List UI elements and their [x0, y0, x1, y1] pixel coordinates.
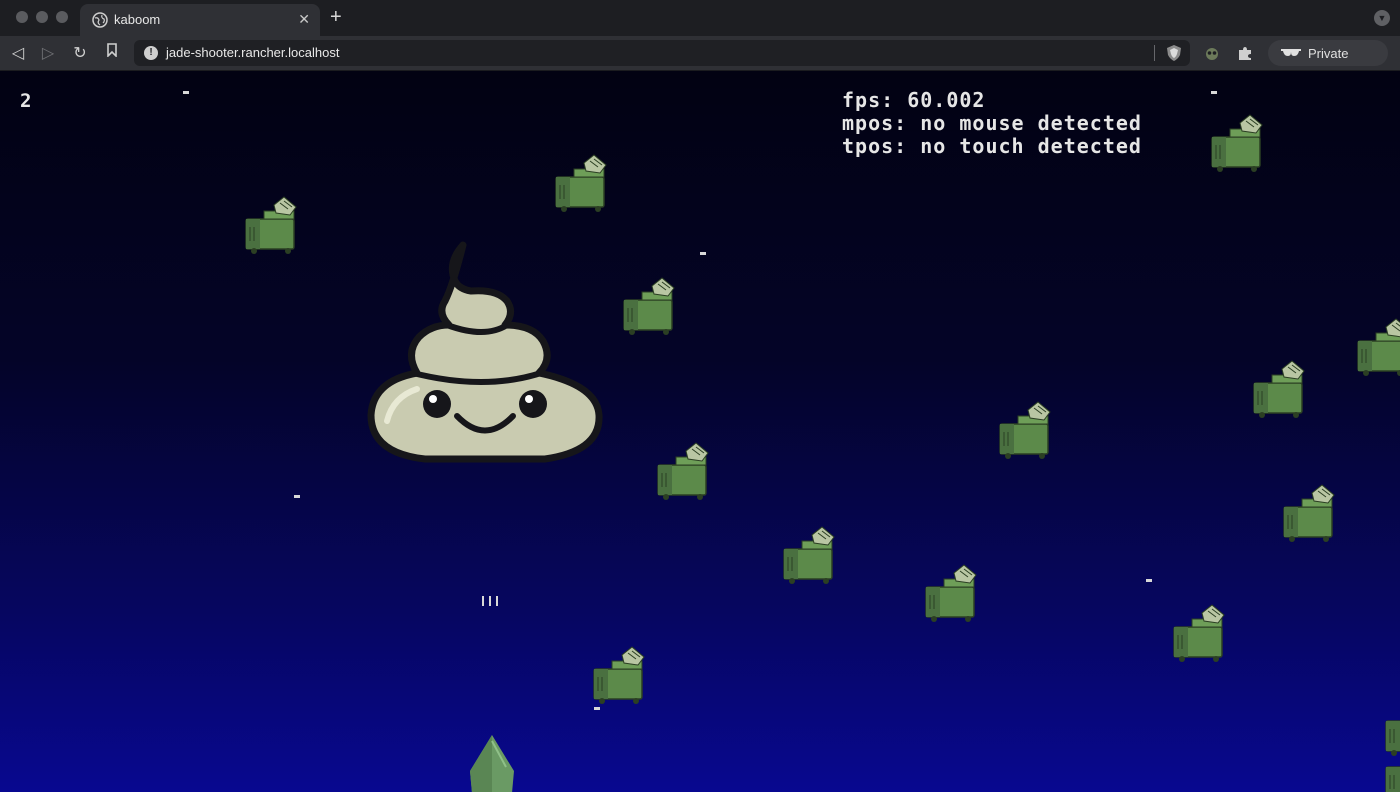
- star: [1211, 91, 1217, 94]
- globe-icon: [92, 12, 108, 28]
- dumpster-enemy: [1253, 360, 1305, 419]
- star: [1146, 579, 1152, 582]
- browser-toolbar: ◁ ▷ ↻ ! jade-shooter.rancher.localhost P…: [0, 36, 1400, 71]
- dumpster-enemy: [999, 401, 1051, 460]
- browser-titlebar: kaboom ✕ + ▼: [0, 0, 1400, 36]
- dumpster-enemy: [1283, 484, 1335, 543]
- chevron-down-icon[interactable]: ▼: [1374, 10, 1390, 26]
- dumpster-enemy: [657, 442, 709, 501]
- debug-mouse-position: mpos: no mouse detected: [842, 111, 1142, 135]
- star: [183, 91, 189, 94]
- url-divider: [1154, 45, 1155, 61]
- debug-touch-position: tpos: no touch detected: [842, 134, 1142, 158]
- debug-fps: fps: 60.002: [842, 88, 986, 112]
- bullet: [482, 596, 498, 606]
- address-bar[interactable]: ! jade-shooter.rancher.localhost: [134, 40, 1190, 66]
- window-minimize-button[interactable]: [36, 11, 48, 23]
- dumpster-enemy: [593, 646, 645, 705]
- close-icon[interactable]: ✕: [298, 11, 310, 28]
- dumpster-enemy: [1173, 604, 1225, 663]
- player-ship: [470, 735, 514, 792]
- private-glasses-icon: [1281, 49, 1301, 56]
- dumpster-enemy: [555, 154, 607, 213]
- poop-boss: [367, 241, 603, 463]
- star: [594, 707, 600, 710]
- browser-tab[interactable]: kaboom ✕: [80, 4, 320, 36]
- private-label: Private: [1308, 46, 1349, 61]
- back-icon[interactable]: ◁: [8, 43, 28, 63]
- debug-overlay: fps: 60.002 mpos: no mouse detected tpos: …: [842, 89, 1142, 158]
- dumpster-enemy: [1211, 114, 1263, 173]
- game-canvas[interactable]: 2 fps: 60.002 mpos: no mouse detected tpos…: [0, 71, 1400, 792]
- tab-title: kaboom: [114, 12, 161, 27]
- brave-shield-icon[interactable]: [1165, 44, 1183, 62]
- extension-mask-icon[interactable]: [1204, 45, 1220, 61]
- forward-icon[interactable]: ▷: [38, 43, 58, 63]
- dumpster-enemy: [925, 564, 977, 623]
- info-icon[interactable]: !: [144, 46, 158, 60]
- star: [700, 252, 706, 255]
- score-counter: 2: [20, 90, 32, 112]
- bookmark-icon[interactable]: [102, 43, 122, 62]
- url-text[interactable]: jade-shooter.rancher.localhost: [166, 45, 339, 60]
- reload-icon[interactable]: ↻: [70, 43, 90, 63]
- star: [294, 495, 300, 498]
- dumpster-enemy: [1357, 318, 1400, 377]
- dumpster-enemy: [1385, 744, 1400, 792]
- puzzle-icon[interactable]: [1236, 44, 1254, 62]
- private-window-badge[interactable]: Private: [1268, 40, 1388, 66]
- window-close-button[interactable]: [16, 11, 28, 23]
- new-tab-button[interactable]: +: [330, 6, 342, 29]
- dumpster-enemy: [783, 526, 835, 585]
- dumpster-enemy: [245, 196, 297, 255]
- window-maximize-button[interactable]: [56, 11, 68, 23]
- dumpster-enemy: [623, 277, 675, 336]
